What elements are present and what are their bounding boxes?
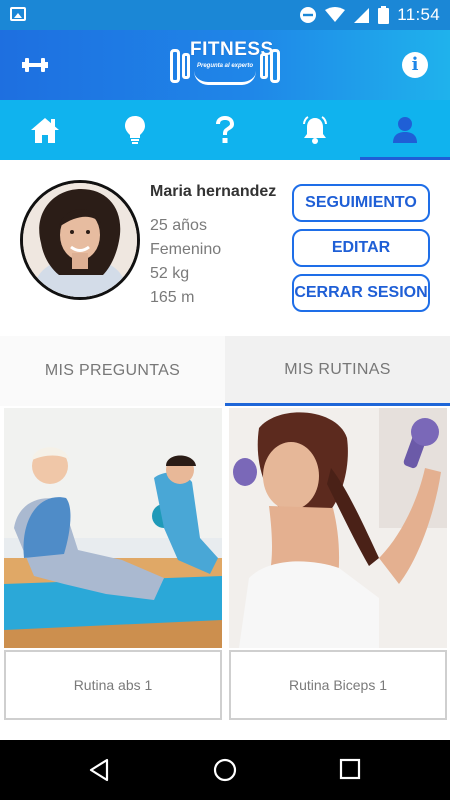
app-bar: FITNESS Pregunta al experto i [0, 30, 450, 100]
logout-button[interactable]: CERRAR SESION [292, 274, 430, 312]
tab-bar [0, 100, 450, 160]
routine-card-biceps[interactable]: Rutina Biceps 1 [229, 408, 447, 720]
tab-notifications[interactable] [270, 100, 360, 160]
question-icon [216, 116, 234, 143]
fitness-logo: FITNESS Pregunta al experto [168, 39, 282, 93]
logo-plate-right [260, 53, 268, 79]
avatar [20, 180, 140, 300]
status-icons: 11:54 [299, 4, 440, 26]
status-bar: 11:54 [0, 0, 450, 30]
logo-arc [194, 71, 256, 85]
profile-name: Maria hernandez [150, 183, 277, 200]
tab-my-routines[interactable]: MIS RUTINAS [225, 336, 450, 406]
routine-title-abs: Rutina abs 1 [4, 650, 222, 720]
logo-text: FITNESS [190, 39, 274, 60]
signal-icon [354, 7, 370, 23]
back-icon[interactable] [88, 758, 110, 782]
profile-age: 25 años [150, 217, 207, 234]
info-icon[interactable]: i [402, 52, 428, 78]
edit-button[interactable]: EDITAR [292, 229, 430, 267]
logo-plate-left [182, 53, 190, 79]
system-nav-bar [0, 740, 450, 800]
home-nav-icon[interactable] [213, 758, 237, 782]
lightbulb-icon [125, 116, 145, 144]
avatar-photo [23, 183, 137, 297]
status-time: 11:54 [397, 5, 440, 24]
do-not-disturb-icon [300, 7, 317, 23]
tab-my-questions[interactable]: MIS PREGUNTAS [0, 336, 225, 406]
routine-photo-abs [4, 408, 222, 648]
wifi-icon [325, 7, 346, 22]
battery-icon [378, 6, 390, 24]
logo-weight-left [170, 49, 180, 83]
person-icon [393, 117, 417, 143]
tab-home[interactable] [0, 100, 90, 160]
profile-gender: Femenino [150, 241, 222, 258]
dumbbell-icon[interactable] [22, 55, 48, 75]
tab-questions[interactable] [180, 100, 270, 160]
image-icon [10, 7, 26, 21]
tab-profile[interactable] [360, 100, 450, 160]
routine-title-biceps: Rutina Biceps 1 [229, 650, 447, 720]
routine-card-abs[interactable]: Rutina abs 1 [4, 408, 222, 720]
logo-weight-right [270, 49, 280, 83]
profile-weight: 52 kg [150, 265, 190, 282]
bell-icon [303, 116, 327, 144]
recents-icon[interactable] [339, 758, 361, 780]
routine-photo-biceps [229, 408, 447, 648]
home-icon [31, 118, 59, 143]
app-screen: 11:54 FITNESS Pregunta al experto i Mari… [0, 0, 450, 800]
tab-tips[interactable] [90, 100, 180, 160]
logo-tagline: Pregunta al experto [196, 63, 253, 69]
profile-height: 165 m [150, 289, 195, 306]
seguimiento-button[interactable]: SEGUIMIENTO [292, 184, 430, 222]
